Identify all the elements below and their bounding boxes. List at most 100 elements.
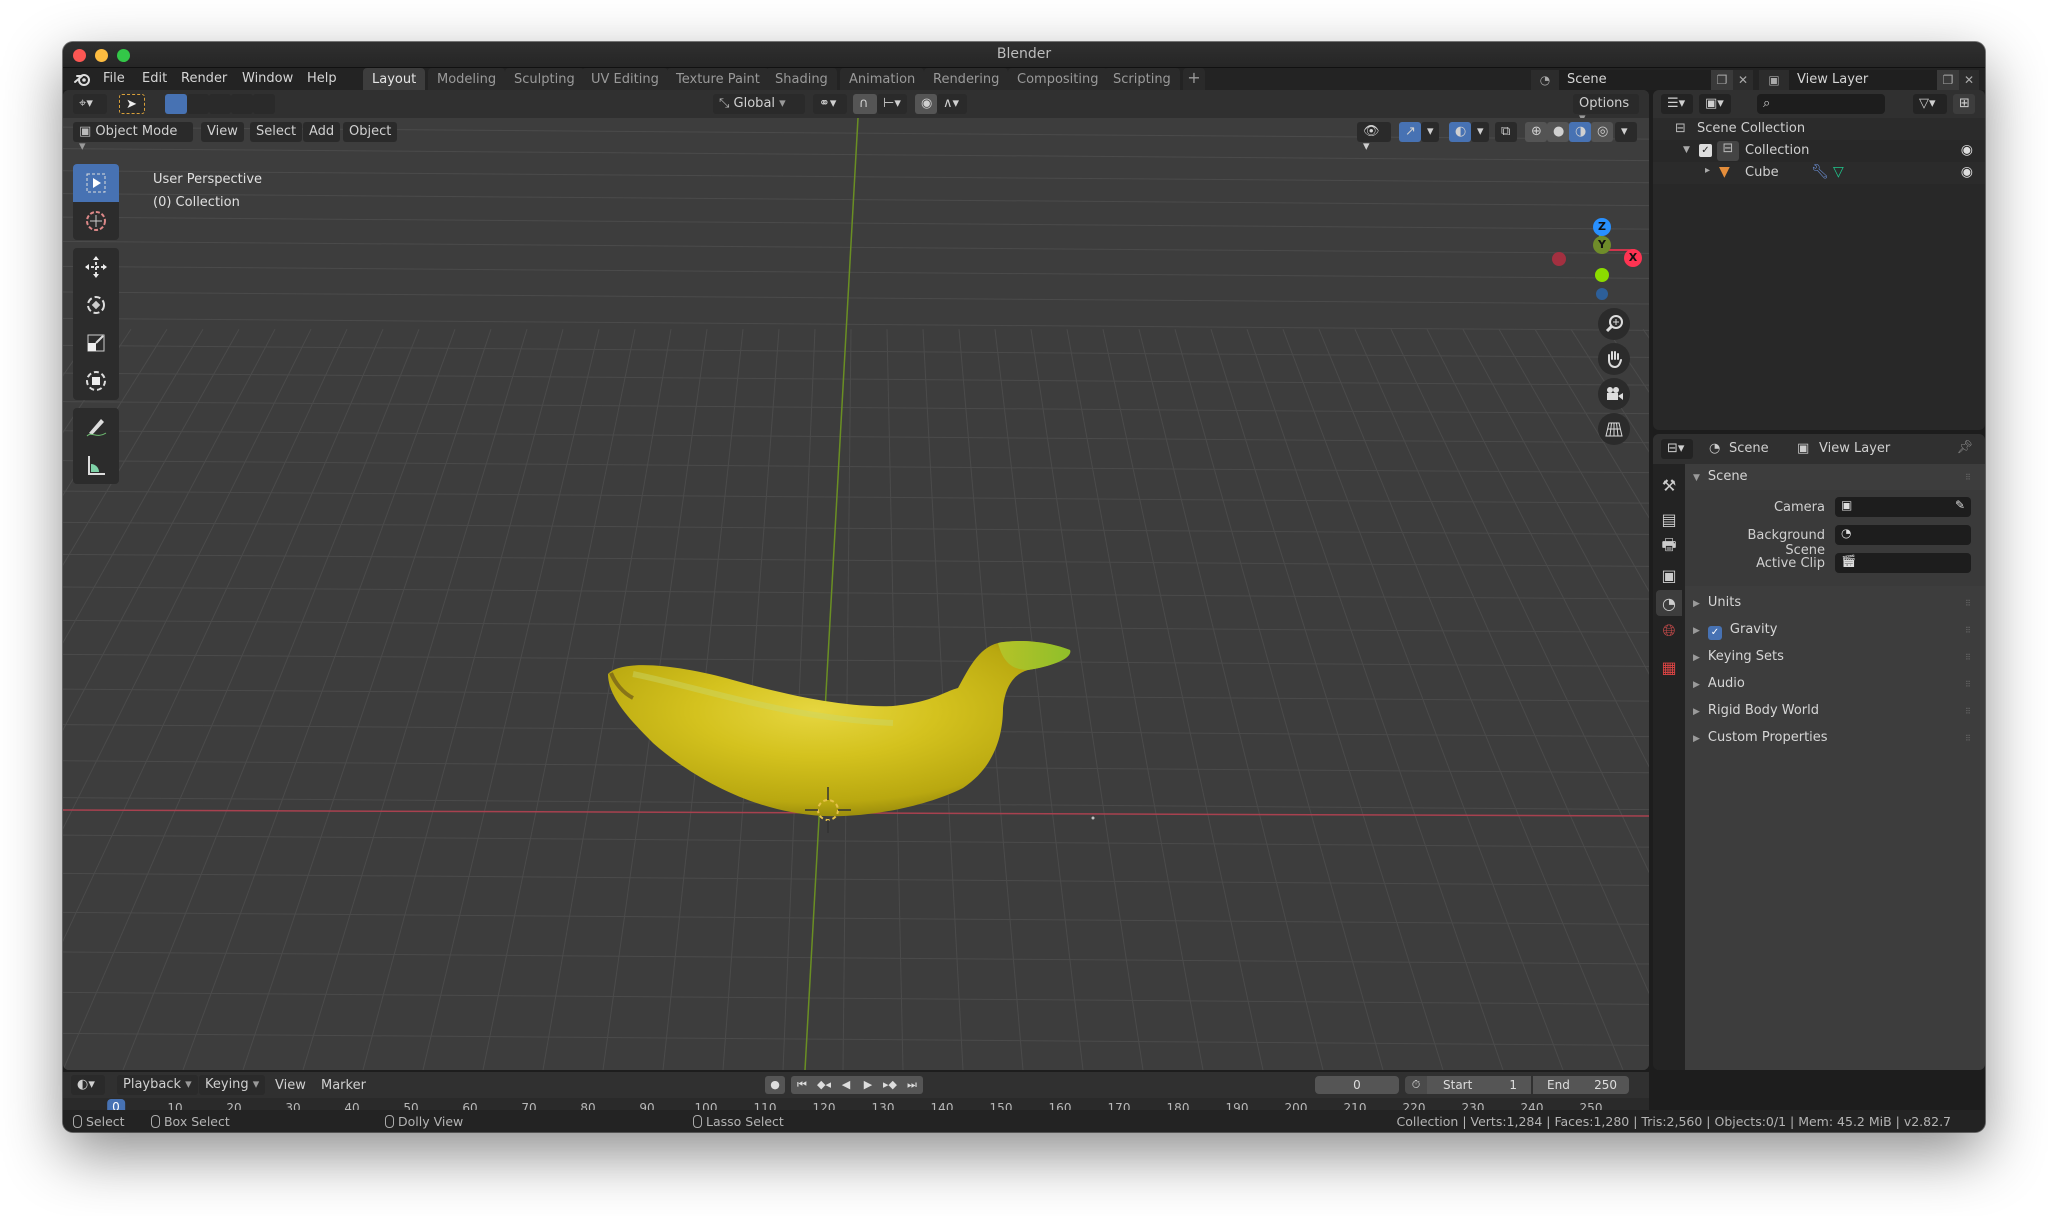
- drag-handle-icon[interactable]: ⠿: [1965, 680, 1977, 689]
- scene-icon[interactable]: ◔: [1531, 70, 1559, 90]
- shading-solid-icon[interactable]: ●: [1547, 122, 1569, 142]
- perspective-toggle-button[interactable]: [1598, 413, 1630, 445]
- prev-keyframe-button[interactable]: ◆◂: [813, 1076, 835, 1094]
- timeline-menu-view[interactable]: View: [275, 1078, 306, 1093]
- remove-scene-icon[interactable]: ✕: [1733, 70, 1753, 90]
- viewport-canvas[interactable]: [63, 118, 1649, 1070]
- outliner-row-scene-collection[interactable]: ⊟ Scene Collection: [1653, 118, 1985, 140]
- jump-start-button[interactable]: ⏮: [791, 1076, 813, 1094]
- tab-scene-icon[interactable]: ◔: [1656, 590, 1682, 616]
- jump-end-button[interactable]: ⏭: [901, 1076, 923, 1094]
- display-mode-dropdown[interactable]: ▣▾: [1699, 94, 1731, 114]
- duplicate-view-layer-icon[interactable]: ❐: [1937, 70, 1959, 90]
- outliner-editor-type-icon[interactable]: ☰▾: [1661, 94, 1693, 114]
- zoom-view-button[interactable]: [1598, 308, 1630, 340]
- drag-handle-icon[interactable]: ⠿: [1965, 734, 1977, 743]
- banana-object[interactable]: [608, 640, 1071, 817]
- new-collection-icon[interactable]: ⊞: [1953, 94, 1975, 114]
- tab-render-icon[interactable]: ▤: [1656, 506, 1682, 532]
- start-frame-field[interactable]: Start 1: [1427, 1076, 1531, 1094]
- proportional-edit-icon[interactable]: ◉: [915, 94, 937, 114]
- custom-properties-panel-header[interactable]: ▶ Custom Properties ⠿: [1685, 725, 1985, 751]
- view-layer-name-field[interactable]: View Layer: [1789, 70, 1937, 90]
- menu-view[interactable]: View: [201, 122, 244, 142]
- xray-toggle-icon[interactable]: ⧉: [1495, 122, 1517, 142]
- transform-tool[interactable]: [73, 362, 119, 400]
- tab-compositing[interactable]: Compositing: [1008, 68, 1108, 90]
- background-scene-field[interactable]: ◔: [1835, 525, 1971, 545]
- context-view-layer-label[interactable]: View Layer: [1819, 441, 1890, 456]
- rotate-tool[interactable]: [73, 286, 119, 324]
- scale-tool[interactable]: [73, 324, 119, 362]
- shading-dropdown[interactable]: ▾: [1615, 122, 1637, 142]
- options-dropdown[interactable]: Options ▾: [1573, 94, 1639, 126]
- outliner-row-collection[interactable]: ▼ ✓ ⊟ Collection ◉: [1653, 140, 1985, 162]
- proportional-falloff-dropdown[interactable]: ∧▾: [937, 94, 967, 114]
- select-box-tool[interactable]: [73, 164, 119, 202]
- gravity-panel-header[interactable]: ▶ ✓ Gravity ⠿: [1685, 617, 1985, 643]
- rigid-body-world-panel-header[interactable]: ▶ Rigid Body World ⠿: [1685, 698, 1985, 724]
- add-workspace-button[interactable]: +: [1183, 68, 1205, 90]
- cursor-tool[interactable]: [73, 202, 119, 240]
- tab-view-layer-icon[interactable]: ▣: [1656, 562, 1682, 588]
- duplicate-scene-icon[interactable]: ❐: [1711, 70, 1733, 90]
- gizmo-dropdown[interactable]: ▾: [1421, 122, 1439, 142]
- tab-texture-icon[interactable]: ▦: [1656, 654, 1682, 680]
- gizmo-y-axis[interactable]: Y: [1593, 236, 1611, 254]
- outliner-search-input[interactable]: ⌕: [1757, 94, 1885, 114]
- camera-view-button[interactable]: [1598, 378, 1630, 410]
- tab-output-icon[interactable]: 🖶︎: [1656, 534, 1682, 560]
- menu-file[interactable]: File: [103, 71, 125, 86]
- tab-sculpting[interactable]: Sculpting: [505, 68, 584, 90]
- camera-field[interactable]: ▣ ✎: [1835, 497, 1971, 517]
- stopwatch-icon[interactable]: ⏱: [1405, 1076, 1427, 1094]
- editor-type-icon[interactable]: ⌖▾: [73, 94, 107, 114]
- select-mode-subtract-icon[interactable]: [209, 94, 231, 114]
- active-clip-field[interactable]: 🎬︎: [1835, 553, 1971, 573]
- overlays-dropdown[interactable]: ▾: [1471, 122, 1489, 142]
- current-frame-field[interactable]: 0: [1315, 1076, 1399, 1094]
- next-keyframe-button[interactable]: ▸◆: [879, 1076, 901, 1094]
- tab-animation[interactable]: Animation: [840, 68, 925, 90]
- playback-dropdown[interactable]: Playback ▾: [117, 1075, 198, 1095]
- menu-help[interactable]: Help: [307, 71, 337, 86]
- gizmo-z-axis[interactable]: Z: [1593, 218, 1611, 236]
- properties-editor-type-icon[interactable]: ⊟▾: [1661, 439, 1693, 459]
- tab-rendering[interactable]: Rendering: [924, 68, 1009, 90]
- play-button[interactable]: ▶: [857, 1076, 879, 1094]
- modifier-wrench-icon[interactable]: 🔧︎: [1811, 164, 1829, 180]
- drag-handle-icon[interactable]: ⠿: [1965, 653, 1977, 662]
- tab-shading[interactable]: Shading: [766, 68, 837, 90]
- blender-logo-icon[interactable]: [73, 70, 91, 88]
- shading-wireframe-icon[interactable]: ⊕: [1525, 122, 1547, 142]
- visibility-dropdown[interactable]: 👁▾: [1357, 122, 1391, 154]
- overlays-toggle-icon[interactable]: ◐: [1449, 122, 1471, 142]
- menu-window[interactable]: Window: [242, 71, 293, 86]
- object-mode-dropdown[interactable]: ▣ Object Mode ▾: [73, 122, 193, 154]
- annotate-tool[interactable]: [73, 408, 119, 446]
- menu-render[interactable]: Render: [181, 71, 227, 86]
- gravity-checkbox[interactable]: ✓: [1707, 626, 1722, 640]
- play-reverse-button[interactable]: ◀: [835, 1076, 857, 1094]
- tab-uv-editing[interactable]: UV Editing: [582, 68, 668, 90]
- keying-sets-panel-header[interactable]: ▶ Keying Sets ⠿: [1685, 644, 1985, 670]
- snap-target-dropdown[interactable]: ⊢▾: [877, 94, 907, 114]
- audio-panel-header[interactable]: ▶ Audio ⠿: [1685, 671, 1985, 697]
- timeline-editor-type-icon[interactable]: ◐▾: [71, 1075, 105, 1095]
- view-layer-icon[interactable]: ▣: [1759, 70, 1789, 90]
- scene-name-field[interactable]: Scene: [1559, 70, 1711, 90]
- tab-scripting[interactable]: Scripting: [1104, 68, 1180, 90]
- scene-panel-header[interactable]: ▼ Scene ⠿: [1685, 464, 1985, 490]
- transform-orientation-dropdown[interactable]: ⤡ Global ▾: [713, 94, 805, 114]
- collection-expand-arrow[interactable]: ▼: [1683, 145, 1690, 155]
- timeline-menu-marker[interactable]: Marker: [321, 1078, 366, 1093]
- menu-object[interactable]: Object: [343, 122, 398, 142]
- drag-handle-icon[interactable]: ⠿: [1965, 626, 1977, 635]
- tab-layout[interactable]: Layout: [363, 68, 426, 90]
- gizmo-neg-y-axis[interactable]: [1595, 268, 1609, 282]
- mesh-data-icon[interactable]: ▽: [1833, 164, 1844, 180]
- snap-toggle-icon[interactable]: ∩: [853, 94, 877, 114]
- pin-icon[interactable]: 📌︎: [1956, 440, 1973, 455]
- eye-icon[interactable]: ◉: [1961, 142, 1973, 158]
- context-scene-label[interactable]: Scene: [1729, 441, 1769, 456]
